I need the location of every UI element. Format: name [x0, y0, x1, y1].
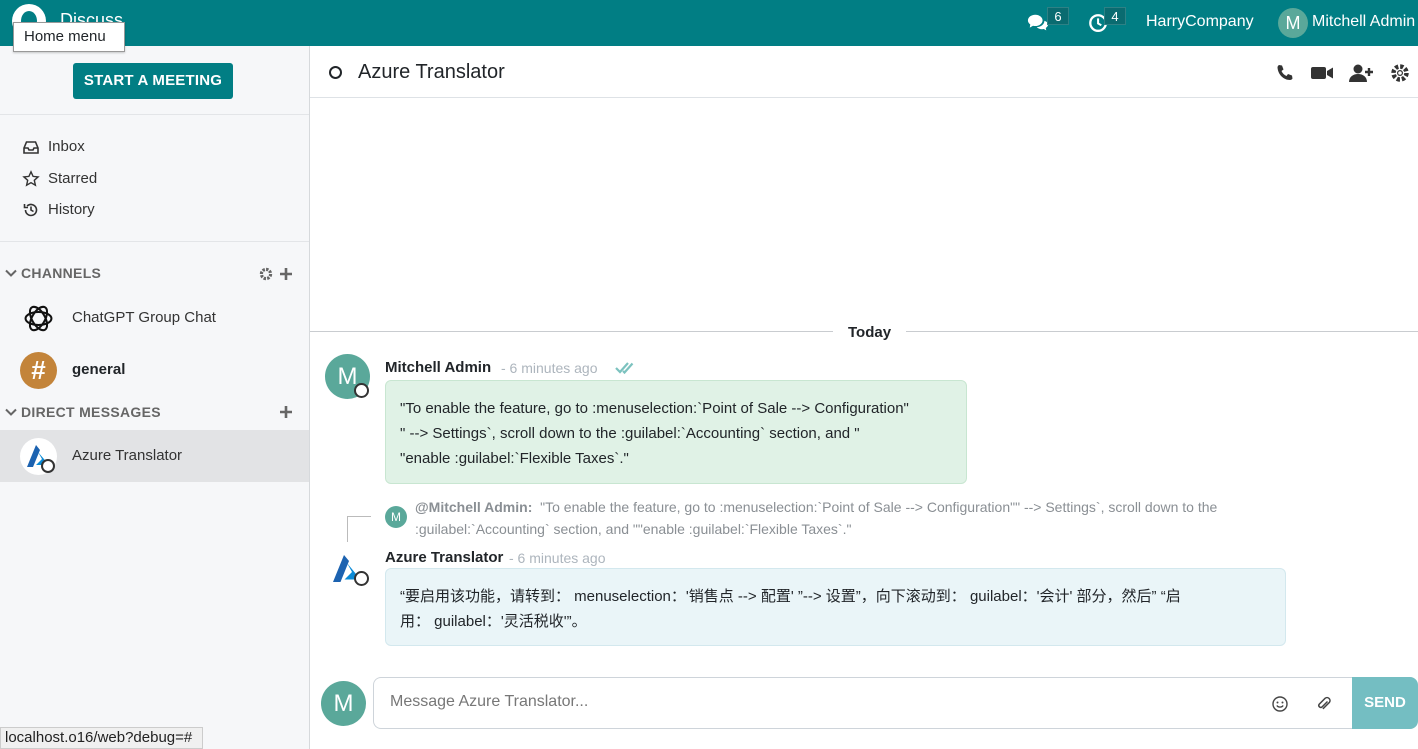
channel-settings-gear-icon[interactable] [258, 266, 274, 282]
reply-author: @Mitchell Admin: [415, 499, 533, 515]
message-author[interactable]: Mitchell Admin [385, 359, 491, 376]
message-bubble: "To enable the feature, go to :menuselec… [385, 380, 967, 484]
channel-general[interactable]: # general [0, 344, 309, 396]
message-line: “要启用该功能，请转到： menuselection：'销售点 --> 配置' … [400, 588, 1181, 605]
discuss-sidebar: START A MEETING Inbox Starred History CH… [0, 46, 310, 749]
chevron-down-icon [5, 408, 17, 416]
chevron-down-icon [5, 269, 17, 277]
offline-status-icon [354, 383, 369, 398]
inbox-icon [23, 141, 39, 154]
send-button[interactable]: SEND [1352, 677, 1418, 729]
double-check-seen-icon [615, 362, 634, 375]
channel-name: ChatGPT Group Chat [72, 309, 216, 326]
messages-badge: 6 [1047, 7, 1069, 25]
reply-author-avatar: M [385, 506, 407, 528]
message-line: "To enable the feature, go to :menuselec… [400, 400, 909, 417]
date-separator: Today [833, 324, 907, 341]
chat-bubbles-icon [1027, 14, 1049, 31]
phone-call-icon[interactable] [1274, 62, 1296, 84]
dm-name: Azure Translator [72, 447, 183, 464]
direct-messages-header[interactable]: DIRECT MESSAGES [4, 401, 304, 423]
hashtag-avatar-icon: # [20, 352, 57, 389]
message-bubble: “要启用该功能，请转到： menuselection：'销售点 --> 配置' … [385, 568, 1286, 646]
top-navbar: Discuss 6 4 HarryCompany M Mitchell Admi… [0, 0, 1418, 46]
reply-connector [347, 516, 371, 542]
emoji-icon[interactable] [1271, 695, 1289, 713]
message-timestamp: - 6 minutes ago [501, 360, 598, 376]
dm-azure-translator[interactable]: Azure Translator [0, 430, 309, 482]
user-avatar[interactable]: M [1278, 8, 1308, 38]
composer-avatar: M [321, 681, 366, 726]
message-line: " --> Settings`, scroll down to the :gui… [400, 425, 860, 442]
message-line: "enable :guilabel:`Flexible Taxes`." [400, 450, 629, 467]
chatgpt-logo-icon [24, 305, 53, 332]
channel-name: general [72, 361, 126, 378]
channel-chatgpt-group-chat[interactable]: ChatGPT Group Chat [0, 292, 309, 344]
user-menu[interactable]: Mitchell Admin [1312, 13, 1415, 31]
message-input[interactable] [390, 693, 1250, 711]
reply-preview[interactable]: @Mitchell Admin: "To enable the feature,… [415, 496, 1295, 540]
offline-status-icon [354, 571, 369, 586]
reply-quote: "To enable the feature, go to :menuselec… [415, 499, 1218, 537]
add-channel-plus-icon[interactable] [278, 266, 294, 282]
add-user-icon[interactable] [1348, 62, 1374, 84]
message-line: 用： guilabel：'灵活税收'”。 [400, 613, 587, 630]
divider [0, 241, 309, 242]
star-icon [22, 170, 40, 187]
video-camera-icon[interactable] [1310, 62, 1334, 84]
browser-status-url: localhost.o16/web?debug=# [0, 727, 204, 749]
activities-systray[interactable]: 4 [1088, 7, 1132, 34]
messages-systray[interactable]: 6 [1027, 7, 1071, 34]
divider [0, 114, 309, 115]
add-dm-plus-icon[interactable] [278, 404, 294, 420]
thread-panel: Azure Translator Today M Mitchell Admin … [310, 46, 1418, 749]
paperclip-attachment-icon[interactable] [1315, 695, 1333, 713]
thread-title[interactable]: Azure Translator [358, 61, 505, 84]
company-switcher[interactable]: HarryCompany [1146, 13, 1254, 31]
offline-status-icon [41, 459, 55, 473]
composer [373, 677, 1353, 729]
offline-status-icon [329, 66, 342, 79]
settings-gear-icon[interactable] [1389, 62, 1411, 84]
history-icon [23, 203, 38, 217]
activities-badge: 4 [1104, 7, 1126, 25]
home-menu-tooltip: Home menu [13, 22, 125, 52]
thread-header: Azure Translator [310, 46, 1418, 98]
message-author[interactable]: Azure Translator [385, 549, 503, 566]
message-timestamp: - 6 minutes ago [509, 550, 606, 566]
start-meeting-button[interactable]: START A MEETING [73, 63, 233, 99]
